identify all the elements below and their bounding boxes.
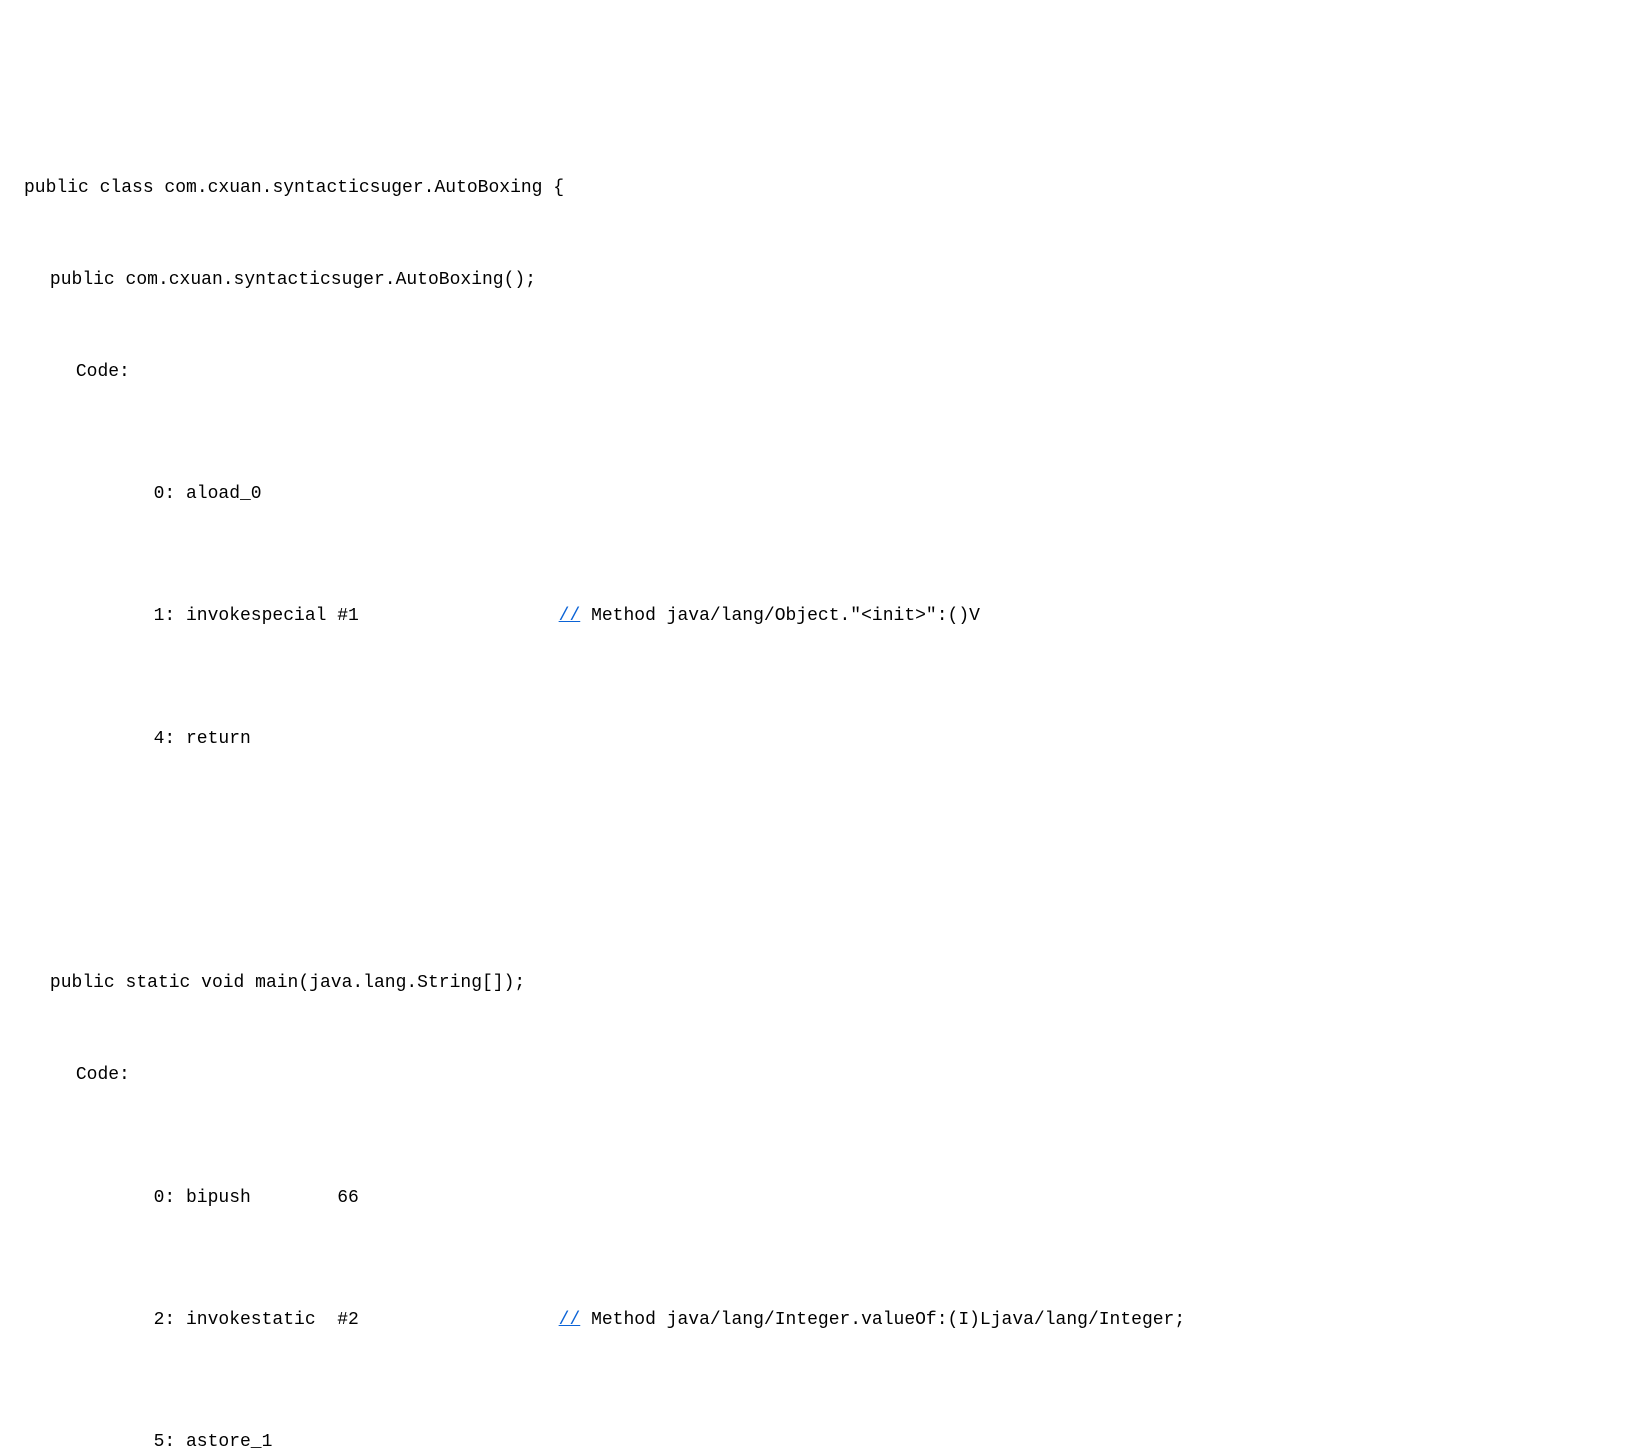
instr-offset: 0 (121, 1183, 164, 1214)
instr-offset: 1 (121, 601, 164, 632)
ctor-instr-0: 0: aload_0 (24, 479, 1616, 510)
colon: : (164, 1183, 175, 1214)
instr-opcode: aload_0 (186, 479, 337, 510)
bytecode-listing: public class com.cxuan.syntacticsuger.Au… (24, 112, 1616, 1448)
instr-arg: 66 (337, 1183, 407, 1214)
colon: : (164, 724, 175, 755)
instr-opcode: bipush (186, 1183, 337, 1214)
instr-comment-text: Method java/lang/Object."<init>":()V (591, 601, 980, 632)
colon: : (164, 479, 175, 510)
comment-slashes: // (559, 601, 581, 632)
instr-offset: 4 (121, 724, 164, 755)
instr-comment (580, 601, 591, 632)
blank-line (24, 846, 1616, 877)
class-declaration: public class com.cxuan.syntacticsuger.Au… (24, 173, 1616, 204)
instr-opcode: return (186, 724, 337, 755)
colon: : (164, 1305, 175, 1336)
constructor-signature: public com.cxuan.syntacticsuger.AutoBoxi… (24, 265, 1616, 296)
instr-offset: 5 (121, 1427, 164, 1448)
constructor-code-label: Code: (24, 357, 1616, 388)
main-signature: public static void main(java.lang.String… (24, 968, 1616, 999)
instr-arg (337, 479, 407, 510)
main-instr-0: 0: bipush66 (24, 1183, 1616, 1214)
ctor-instr-2: 4: return (24, 724, 1616, 755)
instr-offset: 2 (121, 1305, 164, 1336)
comment-slashes: // (559, 1305, 581, 1336)
instr-opcode: astore_1 (186, 1427, 337, 1448)
instr-arg: #1 (337, 601, 407, 632)
ctor-instr-1: 1: invokespecial#1 // Method java/lang/Obj… (24, 601, 1616, 632)
instr-arg: #2 (337, 1305, 407, 1336)
colon: : (164, 1427, 175, 1448)
instr-opcode: invokestatic (186, 1305, 337, 1336)
instr-opcode: invokespecial (186, 601, 337, 632)
instr-offset: 0 (121, 479, 164, 510)
instr-comment-text: Method java/lang/Integer.valueOf:(I)Ljav… (591, 1305, 1185, 1336)
main-instr-1: 2: invokestatic#2 // Method java/lang/Inte… (24, 1305, 1616, 1336)
main-instr-2: 5: astore_1 (24, 1427, 1616, 1448)
colon: : (164, 601, 175, 632)
main-code-label: Code: (24, 1060, 1616, 1091)
